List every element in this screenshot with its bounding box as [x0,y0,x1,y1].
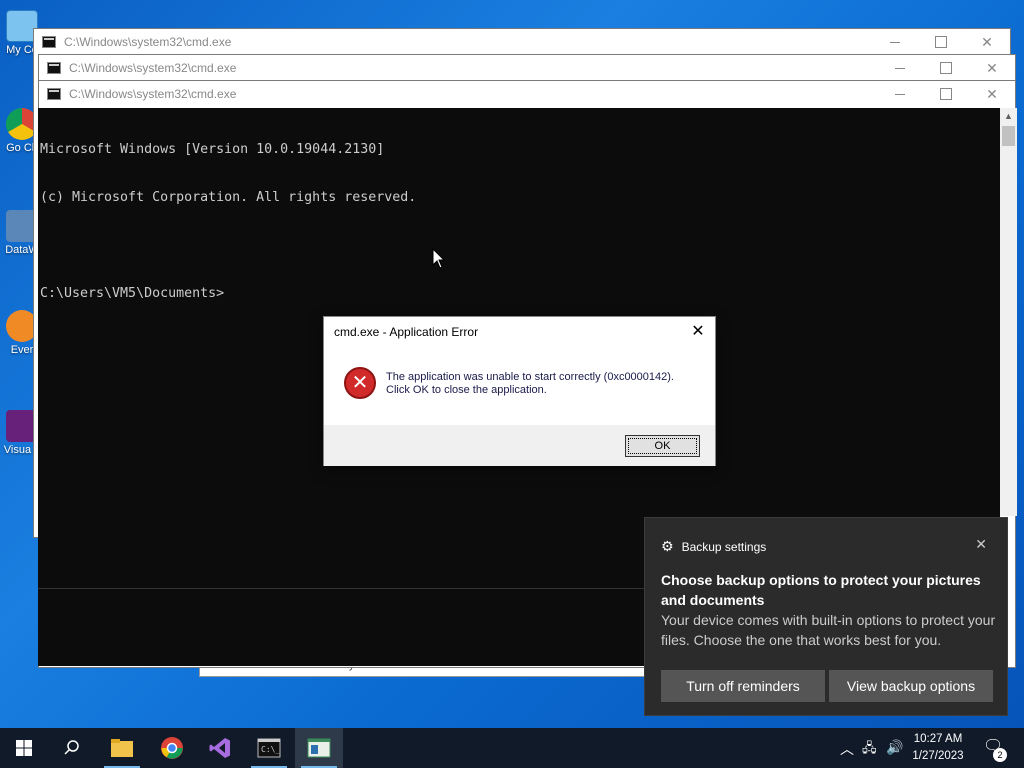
vertical-scrollbar[interactable]: ▲ [1000,108,1017,516]
window-title: C:\Windows\system32\cmd.exe [64,35,232,49]
dialog-titlebar[interactable]: cmd.exe - Application Error ✕ [324,317,715,347]
cmd-icon [47,62,61,74]
cmd-icon [42,36,56,48]
taskbar-clock[interactable]: 10:27 AM 1/27/2023 [906,731,970,765]
minimize-button[interactable] [877,55,923,81]
toast-title: Choose backup options to protect your pi… [661,572,981,608]
search-button[interactable] [48,728,96,768]
error-icon: ✕ [344,367,376,399]
backup-notification-toast[interactable]: ⚙ Backup settings ✕ Choose backup option… [644,517,1008,716]
dialog-message-line: Click OK to close the application. [386,384,547,396]
folder-icon [111,739,133,757]
toast-body: Your device comes with built-in options … [661,612,996,648]
minimize-button[interactable] [872,29,918,55]
svg-text:C:\_: C:\_ [261,745,280,754]
dialog-title: cmd.exe - Application Error [334,325,479,339]
maximize-button[interactable] [923,81,969,107]
scrollbar-thumb[interactable] [1002,126,1015,146]
chrome-icon [161,737,183,759]
gear-icon: ⚙ [661,538,674,554]
taskbar-file-explorer[interactable] [98,728,146,768]
mouse-cursor-icon [432,248,446,269]
ok-button[interactable]: OK [625,435,700,457]
dialog-footer: OK [324,425,715,466]
window-app-icon [307,738,331,758]
taskbar-visual-studio[interactable] [196,728,244,768]
cmd-icon [47,88,61,100]
turn-off-reminders-button[interactable]: Turn off reminders [661,670,825,702]
volume-icon[interactable]: 🔊 [886,739,903,756]
console-line: (c) Microsoft Corporation. All rights re… [40,190,417,205]
scroll-up-arrow-icon[interactable]: ▲ [1000,108,1017,125]
taskbar-cmd[interactable]: C:\_ [245,728,293,768]
dialog-message-line: The application was unable to start corr… [386,371,674,383]
clock-date: 1/27/2023 [912,750,964,762]
close-button[interactable]: ✕ [969,55,1015,81]
visual-studio-icon [209,738,230,758]
taskbar-active-app[interactable] [295,728,343,768]
toast-header: ⚙ Backup settings [661,538,766,555]
taskbar: C:\_ ︿ 🖧 🔊 10:27 AM 1/27/2023 🗨 2 [0,728,1024,768]
notification-count-badge: 2 [993,748,1007,762]
search-icon [64,740,79,755]
titlebar[interactable]: C:\Windows\system32\cmd.exe ✕ [34,29,1010,55]
windows-logo-icon [16,740,32,756]
toast-close-button[interactable]: ✕ [975,536,987,553]
dialog-close-button[interactable]: ✕ [687,321,709,343]
start-button[interactable] [0,728,48,768]
close-button[interactable]: ✕ [969,81,1015,107]
maximize-button[interactable] [923,55,969,81]
show-hidden-icons-chevron-icon[interactable]: ︿ [840,739,854,759]
dialog-message: The application was unable to start corr… [386,369,674,425]
console-prompt: C:\Users\VM5\Documents> [40,286,225,301]
view-backup-options-button[interactable]: View backup options [829,670,993,702]
toast-app-name: Backup settings [681,539,767,554]
console-line: Microsoft Windows [Version 10.0.19044.21… [40,142,385,157]
taskbar-chrome[interactable] [148,728,196,768]
application-error-dialog[interactable]: cmd.exe - Application Error ✕ ✕ The appl… [323,316,716,466]
minimize-button[interactable] [877,81,923,107]
titlebar[interactable]: C:\Windows\system32\cmd.exe ✕ [39,55,1015,81]
titlebar[interactable]: C:\Windows\system32\cmd.exe ✕ [39,81,1015,107]
network-icon[interactable]: 🖧 [862,739,877,761]
maximize-button[interactable] [918,29,964,55]
window-title: C:\Windows\system32\cmd.exe [69,61,237,75]
window-title: C:\Windows\system32\cmd.exe [69,87,237,101]
cmd-icon: C:\_ [257,738,281,758]
close-button[interactable]: ✕ [964,29,1010,55]
clock-time: 10:27 AM [913,733,963,745]
desktop-icon-label: Ever [10,344,34,356]
dialog-body: ✕ The application was unable to start co… [324,347,715,425]
